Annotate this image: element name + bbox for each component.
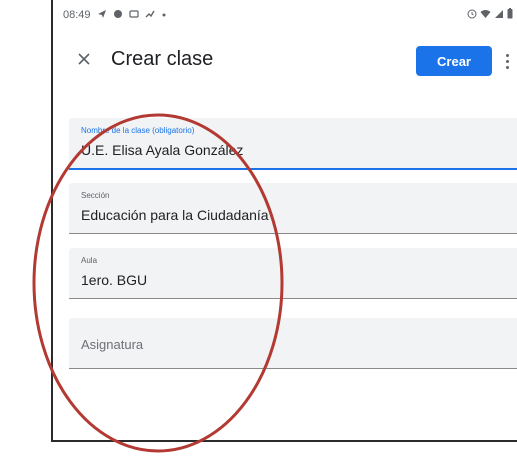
create-button[interactable]: Crear bbox=[416, 46, 492, 76]
section-field[interactable]: Sección Educación para la Ciudadanía bbox=[69, 183, 517, 234]
send-icon bbox=[97, 9, 107, 22]
phone-screen: 08:49 Crear clase Crear Nombre de la cla… bbox=[51, 0, 517, 442]
room-value: 1ero. BGU bbox=[81, 272, 148, 288]
alarm-icon bbox=[467, 9, 477, 22]
status-time: 08:49 bbox=[63, 9, 91, 21]
wifi-icon bbox=[480, 9, 491, 22]
section-value: Educación para la Ciudadanía bbox=[81, 207, 269, 223]
class-name-value: U.E. Elisa Ayala González bbox=[81, 142, 244, 158]
subject-field[interactable]: Asignatura bbox=[69, 318, 517, 369]
battery-icon bbox=[507, 8, 513, 22]
more-vert-icon-dot bbox=[505, 59, 509, 63]
close-button[interactable] bbox=[69, 44, 99, 74]
gallery-icon bbox=[128, 9, 139, 22]
room-label: Aula bbox=[81, 256, 98, 265]
activity-icon bbox=[145, 9, 155, 22]
more-options-button[interactable] bbox=[498, 48, 516, 74]
close-icon bbox=[78, 53, 90, 65]
status-bar: 08:49 bbox=[53, 0, 517, 30]
class-name-label: Nombre de la clase (obligatorio) bbox=[81, 126, 195, 135]
more-vert-icon-dot bbox=[505, 53, 509, 57]
more-vert-icon-dot bbox=[505, 65, 509, 69]
signal-icon bbox=[494, 9, 504, 22]
app-bar: Crear clase Crear bbox=[53, 30, 517, 89]
chat-icon bbox=[113, 9, 123, 22]
status-left: 08:49 bbox=[53, 9, 167, 22]
dot-icon bbox=[161, 9, 167, 21]
class-name-field[interactable]: Nombre de la clase (obligatorio) U.E. El… bbox=[69, 118, 517, 170]
subject-placeholder: Asignatura bbox=[81, 337, 144, 352]
section-label: Sección bbox=[81, 191, 110, 200]
create-class-form: Nombre de la clase (obligatorio) U.E. El… bbox=[53, 88, 517, 440]
room-field[interactable]: Aula 1ero. BGU bbox=[69, 248, 517, 299]
status-right bbox=[467, 8, 517, 22]
page-title: Crear clase bbox=[111, 47, 214, 70]
